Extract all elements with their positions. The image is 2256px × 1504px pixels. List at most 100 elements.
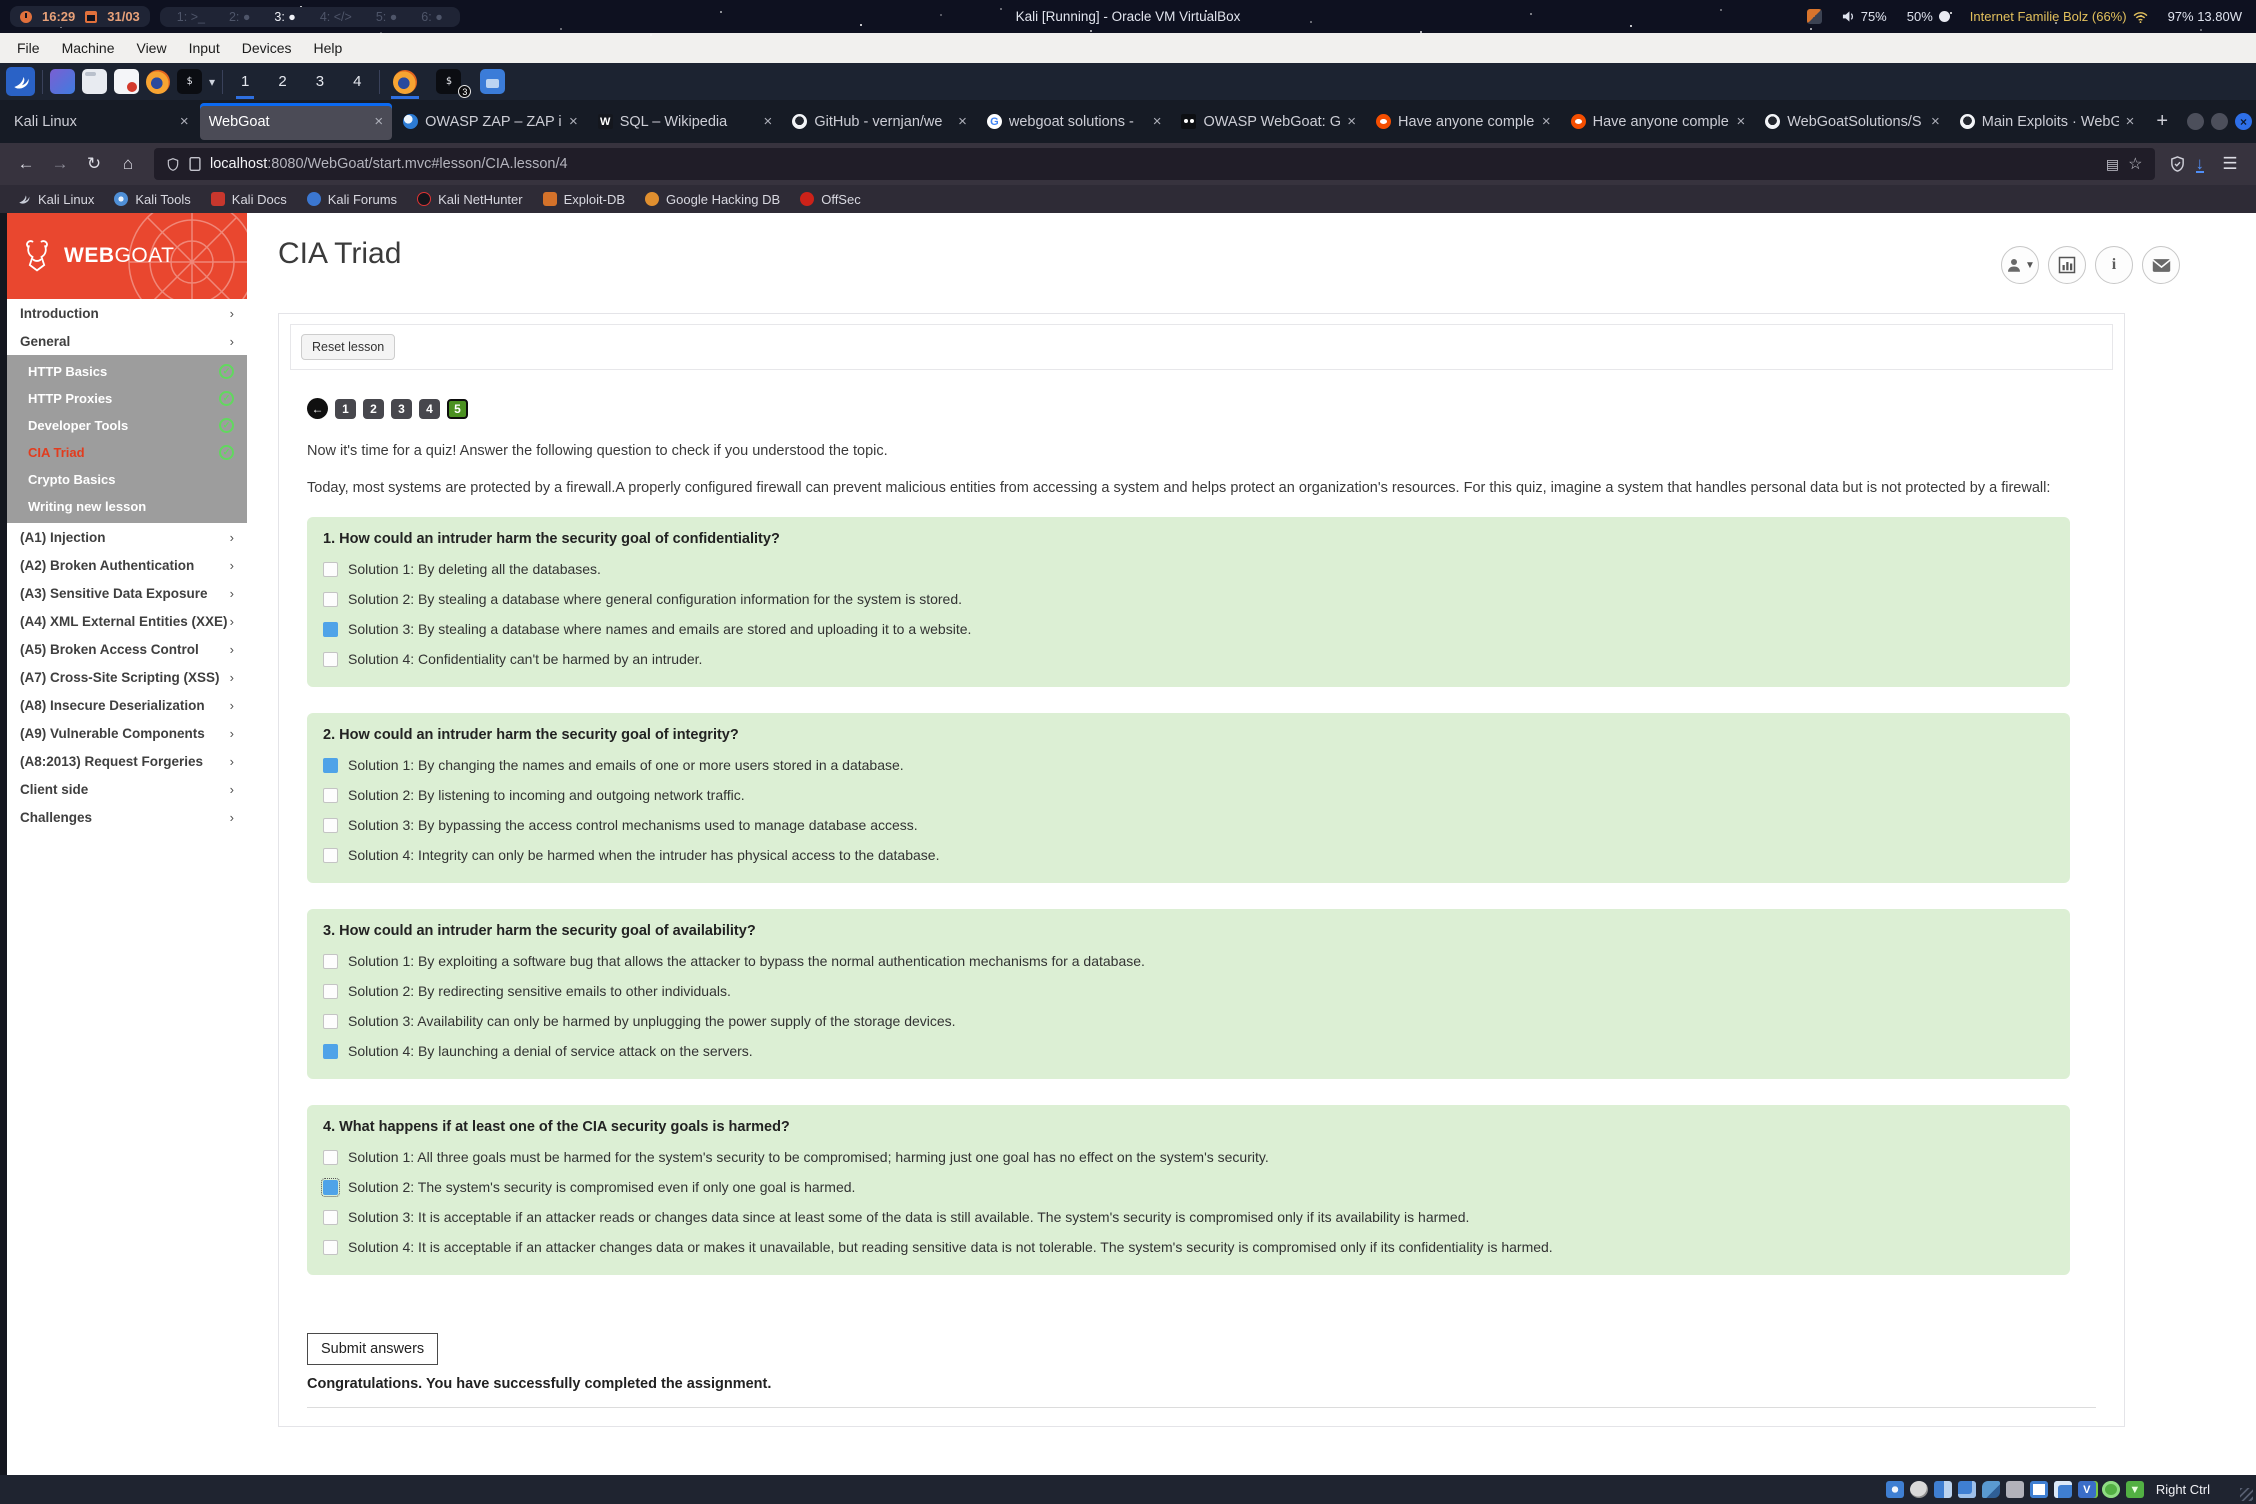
solution-checkbox[interactable] [323,954,338,969]
solution-label[interactable]: Solution 1: All three goals must be harm… [348,1149,1269,1165]
solution-checkbox[interactable] [323,652,338,667]
about-button[interactable]: i [2095,246,2133,284]
new-tab-button[interactable]: + [2144,110,2180,133]
sidebar-item-a5-broken-access[interactable]: (A5) Broken Access Control› [7,635,247,663]
taskbar-terminal[interactable]: $ 3 [430,63,467,100]
vm-workspace-2[interactable]: 2 [267,63,297,100]
optical-disc-icon[interactable] [1910,1481,1928,1498]
solution-label[interactable]: Solution 4: Integrity can only be harmed… [348,847,939,863]
solution-label[interactable]: Solution 3: By bypassing the access cont… [348,817,918,833]
sidebar-item-developer-tools[interactable]: Developer Tools✓ [7,412,247,439]
host-workspaces[interactable]: 1: >_ 2: ● 3: ● 4: </> 5: ● 6: ● [160,7,460,27]
tab-owasp-webgoat[interactable]: OWASP WebGoat: G× [1172,103,1365,140]
window-maximize-button[interactable] [2211,113,2228,130]
host-workspace-1[interactable]: 1: >_ [177,10,205,24]
hard-disk-icon[interactable] [1886,1481,1904,1498]
solution-checkbox[interactable] [323,1180,338,1195]
solution-checkbox[interactable] [323,818,338,833]
sidebar-item-a82013-request-forgeries[interactable]: (A8:2013) Request Forgeries› [7,747,247,775]
tab-webgoat-solutions-search[interactable]: Gwebgoat solutions -× [978,103,1171,140]
menu-devices[interactable]: Devices [231,36,303,60]
submit-answers-button[interactable]: Submit answers [307,1333,438,1365]
page-info-icon[interactable] [189,157,201,171]
url-text[interactable]: localhost:8080/WebGoat/start.mvc#lesson/… [210,156,2097,172]
taskbar-firefox[interactable] [387,63,423,100]
tab-main-exploits[interactable]: Main Exploits · WebG× [1951,103,2144,140]
report-card-button[interactable] [2048,246,2086,284]
page-button-3[interactable]: 3 [391,399,412,419]
bookmark-offsec[interactable]: OffSec [791,189,870,210]
clock-widget[interactable]: 16:29 31/03 [10,6,150,27]
brightness-indicator[interactable]: 50% [1907,9,1950,24]
kali-menu-button[interactable] [6,67,35,96]
tab-close-icon[interactable]: × [1153,113,1162,130]
sidebar-item-general[interactable]: General› [7,327,247,355]
solution-label[interactable]: Solution 4: It is acceptable if an attac… [348,1239,1553,1255]
menu-help[interactable]: Help [303,36,354,60]
sidebar-item-cia-triad[interactable]: CIA Triad✓ [7,439,247,466]
solution-checkbox[interactable] [323,592,338,607]
tab-close-icon[interactable]: × [2126,113,2135,130]
audio-icon[interactable] [1934,1481,1952,1498]
tray-icon[interactable] [1807,9,1822,24]
ublock-shield-icon[interactable] [2169,155,2186,173]
display-icon[interactable] [2030,1481,2048,1498]
sidebar-item-client-side[interactable]: Client side› [7,775,247,803]
page-button-4[interactable]: 4 [419,399,440,419]
bookmark-kali-docs[interactable]: Kali Docs [202,189,296,210]
downloads-button[interactable]: ↓ [2196,156,2205,173]
solution-checkbox[interactable] [323,1044,338,1059]
solution-label[interactable]: Solution 2: The system's security is com… [348,1179,855,1195]
host-workspace-6[interactable]: 6: ● [421,10,442,24]
sidebar-item-challenges[interactable]: Challenges› [7,803,247,831]
sidebar-item-writing-new-lesson[interactable]: Writing new lesson [7,493,247,520]
usb-icon[interactable] [1982,1481,2000,1498]
resize-grip[interactable] [2240,1488,2253,1501]
solution-checkbox[interactable] [323,788,338,803]
solution-checkbox[interactable] [323,562,338,577]
page-button-1[interactable]: 1 [335,399,356,419]
window-close-button[interactable]: × [2235,113,2252,130]
vm-workspace-4[interactable]: 4 [342,63,372,100]
app-editor-icon[interactable] [114,69,139,94]
contact-button[interactable] [2142,246,2180,284]
app-terminal-icon[interactable]: $ [177,69,202,94]
tab-sql-wikipedia[interactable]: WSQL – Wikipedia× [589,103,782,140]
bookmark-kali-forums[interactable]: Kali Forums [298,189,406,210]
sidebar-item-a3-sensitive-data[interactable]: (A3) Sensitive Data Exposure› [7,579,247,607]
tab-close-icon[interactable]: × [374,113,383,130]
tab-reddit-1[interactable]: Have anyone comple× [1367,103,1560,140]
tab-close-icon[interactable]: × [1542,113,1551,130]
reader-mode-icon[interactable]: ▤ [2106,156,2119,173]
host-workspace-2[interactable]: 2: ● [229,10,250,24]
tab-webgoat-active[interactable]: WebGoat× [200,103,393,140]
tab-close-icon[interactable]: × [764,113,773,130]
bookmark-star-icon[interactable]: ☆ [2128,154,2142,174]
solution-checkbox[interactable] [323,1014,338,1029]
volume-indicator[interactable]: 75% [1842,9,1887,24]
mouse-integration-icon[interactable] [2102,1481,2120,1498]
app-files-icon[interactable] [82,69,107,94]
network-adapter-icon[interactable] [1958,1481,1976,1498]
solution-checkbox[interactable] [323,848,338,863]
reset-lesson-button[interactable]: Reset lesson [301,334,395,360]
tab-kali-linux[interactable]: Kali Linux× [5,103,198,140]
bookmark-exploit-db[interactable]: Exploit-DB [534,189,634,210]
sidebar-item-a1-injection[interactable]: (A1) Injection› [7,523,247,551]
menu-machine[interactable]: Machine [51,36,126,60]
bookmark-kali-nethunter[interactable]: Kali NetHunter [408,189,532,210]
account-button[interactable]: ▼ [2001,246,2039,284]
solution-label[interactable]: Solution 1: By changing the names and em… [348,757,904,773]
previous-page-button[interactable]: ← [307,398,328,419]
solution-checkbox[interactable] [323,1240,338,1255]
solution-checkbox[interactable] [323,984,338,999]
network-indicator[interactable]: Internet Familie Bolz (66%) [1970,9,2148,24]
menu-file[interactable]: File [6,36,51,60]
host-workspace-5[interactable]: 5: ● [376,10,397,24]
solution-label[interactable]: Solution 3: By stealing a database where… [348,621,971,637]
solution-label[interactable]: Solution 1: By deleting all the database… [348,561,601,577]
vm-workspace-1[interactable]: 1 [230,63,260,100]
solution-label[interactable]: Solution 3: It is acceptable if an attac… [348,1209,1469,1225]
solution-checkbox[interactable] [323,758,338,773]
solution-label[interactable]: Solution 2: By listening to incoming and… [348,787,745,803]
